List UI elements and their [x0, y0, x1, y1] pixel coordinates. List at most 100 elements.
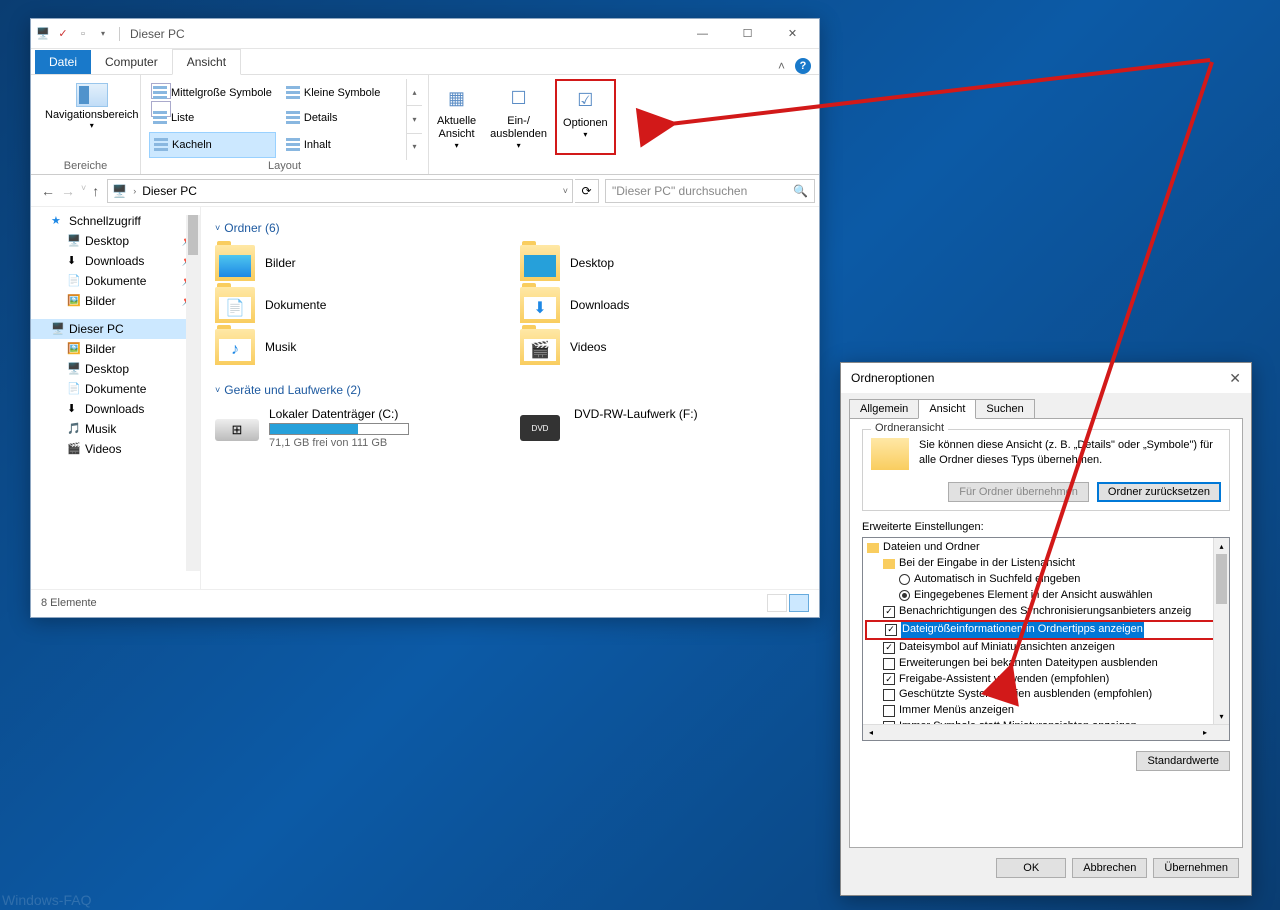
- options-button[interactable]: ☑ Optionen▾: [555, 79, 616, 155]
- tree-scrollbar[interactable]: [186, 215, 200, 571]
- tab-general[interactable]: Allgemein: [849, 399, 919, 419]
- tab-view-dlg[interactable]: Ansicht: [918, 399, 976, 419]
- layout-small-icons[interactable]: Kleine Symbole: [282, 81, 404, 105]
- apply-to-folders-button[interactable]: Für Ordner übernehmen: [948, 482, 1089, 502]
- adv-hide-protected[interactable]: Geschützte Systemdateien ausblenden (emp…: [865, 687, 1227, 703]
- drive-c[interactable]: ⊞ Lokaler Datenträger (C:) 71,1 GB frei …: [215, 407, 500, 449]
- scroll-up-icon[interactable]: ▴: [407, 79, 422, 106]
- tiles-view-icon[interactable]: [789, 594, 809, 612]
- folder-options-dialog: Ordneroptionen ✕ Allgemein Ansicht Suche…: [840, 362, 1252, 896]
- folder-view-group: Ordneransicht Sie können diese Ansicht (…: [862, 429, 1230, 511]
- tab-file[interactable]: Datei: [35, 50, 91, 74]
- layout-content[interactable]: Inhalt: [282, 132, 404, 158]
- nav-tree[interactable]: ★Schnellzugriff 🖥️Desktop📌 ⬇Downloads📌 📄…: [31, 207, 201, 589]
- navigation-pane-button[interactable]: Navigationsbereich ▾: [37, 79, 147, 134]
- checkbox-icon: [883, 705, 895, 717]
- address-bar[interactable]: 🖥️ › Dieser PC ˅: [107, 179, 573, 203]
- section-folders[interactable]: ˅Ordner (6): [215, 217, 805, 239]
- folder-pictures[interactable]: Bilder: [215, 245, 500, 281]
- checkbox-icon: [883, 658, 895, 670]
- adv-typing[interactable]: Bei der Eingabe in der Listenansicht: [865, 556, 1227, 572]
- details-view-icon[interactable]: [767, 594, 787, 612]
- tree-pc-music[interactable]: 🎵Musik: [31, 419, 200, 439]
- ok-button[interactable]: OK: [996, 858, 1066, 878]
- layout-list[interactable]: Liste: [149, 106, 276, 130]
- adv-icon-on-thumb[interactable]: ✓Dateisymbol auf Miniaturansichten anzei…: [865, 640, 1227, 656]
- folder-documents[interactable]: 📄Dokumente: [215, 287, 500, 323]
- restore-defaults-button[interactable]: Standardwerte: [1136, 751, 1230, 771]
- adv-scrollbar-v[interactable]: ▴▾: [1213, 538, 1229, 724]
- tree-pictures[interactable]: 🖼️Bilder📌: [31, 291, 200, 311]
- adv-always-menus[interactable]: Immer Menüs anzeigen: [865, 703, 1227, 719]
- reset-folders-button[interactable]: Ordner zurücksetzen: [1097, 482, 1221, 502]
- layout-tiles[interactable]: Kacheln: [149, 132, 276, 158]
- tab-computer[interactable]: Computer: [91, 50, 172, 74]
- breadcrumb[interactable]: Dieser PC: [142, 184, 197, 198]
- current-view-button[interactable]: ▦ Aktuelle Ansicht▾: [431, 79, 482, 155]
- search-input[interactable]: "Dieser PC" durchsuchen 🔍: [605, 179, 815, 203]
- folder-videos[interactable]: 🎬Videos: [520, 329, 805, 365]
- recent-dropdown-icon[interactable]: ˅: [81, 183, 86, 199]
- titlebar[interactable]: 🖥️ ✓ ▫ ▾ Dieser PC — ☐ ✕: [31, 19, 819, 49]
- adv-typing-select[interactable]: Eingegebenes Element in der Ansicht ausw…: [865, 588, 1227, 604]
- dialog-tabs: Allgemein Ansicht Suchen: [841, 393, 1251, 419]
- up-button[interactable]: ↑: [92, 183, 99, 199]
- radio-icon: [899, 590, 910, 601]
- adv-sync-notify[interactable]: ✓Benachrichtigungen des Synchronisierung…: [865, 604, 1227, 620]
- tab-view[interactable]: Ansicht: [172, 49, 241, 75]
- tree-pc-pictures[interactable]: 🖼️Bilder: [31, 339, 200, 359]
- adv-sharing-wiz[interactable]: ✓Freigabe-Assistent verwenden (empfohlen…: [865, 672, 1227, 688]
- drive-dvd[interactable]: DVD DVD-RW-Laufwerk (F:): [520, 407, 805, 449]
- dialog-buttons: OK Abbrechen Übernehmen: [841, 848, 1251, 888]
- tree-quick-access[interactable]: ★Schnellzugriff: [31, 211, 200, 231]
- tree-pc-videos[interactable]: 🎬Videos: [31, 439, 200, 459]
- tree-pc-downloads[interactable]: ⬇Downloads: [31, 399, 200, 419]
- help-icon[interactable]: ?: [795, 58, 811, 74]
- explorer-body: ★Schnellzugriff 🖥️Desktop📌 ⬇Downloads📌 📄…: [31, 207, 819, 589]
- minimize-button[interactable]: —: [680, 20, 725, 48]
- expand-gallery-icon[interactable]: ▾: [407, 134, 422, 160]
- address-dropdown-icon[interactable]: ˅: [563, 186, 568, 196]
- tree-downloads[interactable]: ⬇Downloads📌: [31, 251, 200, 271]
- folder-desktop[interactable]: Desktop: [520, 245, 805, 281]
- adv-filesize-tips[interactable]: ✓Dateigrößeinformationen in Ordnertipps …: [865, 620, 1227, 640]
- search-icon[interactable]: 🔍: [793, 184, 808, 198]
- tree-this-pc[interactable]: 🖥️Dieser PC: [31, 319, 200, 339]
- refresh-button[interactable]: ⟳: [575, 179, 599, 203]
- checkbox-icon: ✓: [883, 673, 895, 685]
- tree-pc-documents[interactable]: 📄Dokumente: [31, 379, 200, 399]
- dialog-close-button[interactable]: ✕: [1229, 370, 1241, 387]
- collapse-ribbon-icon[interactable]: ˄: [778, 59, 785, 73]
- tree-pc-desktop[interactable]: 🖥️Desktop: [31, 359, 200, 379]
- tab-search[interactable]: Suchen: [975, 399, 1034, 419]
- apply-button[interactable]: Übernehmen: [1153, 858, 1239, 878]
- tree-desktop[interactable]: 🖥️Desktop📌: [31, 231, 200, 251]
- qa-properties-icon[interactable]: ✓: [55, 26, 71, 42]
- breadcrumb-sep-icon[interactable]: ›: [133, 186, 136, 196]
- adv-root[interactable]: Dateien und Ordner: [865, 540, 1227, 556]
- adv-scrollbar-h[interactable]: ◂▸: [863, 724, 1229, 740]
- advanced-settings-tree[interactable]: Dateien und Ordner Bei der Eingabe in de…: [862, 537, 1230, 741]
- panes-group-label: Bereiche: [37, 160, 134, 174]
- qa-newfolder-icon[interactable]: ▫: [75, 26, 91, 42]
- section-drives[interactable]: ˅Geräte und Laufwerke (2): [215, 379, 805, 401]
- qa-dropdown-icon[interactable]: ▾: [95, 26, 111, 42]
- forward-button[interactable]: →: [61, 183, 75, 199]
- folder-music[interactable]: ♪Musik: [215, 329, 500, 365]
- adv-hide-ext[interactable]: Erweiterungen bei bekannten Dateitypen a…: [865, 656, 1227, 672]
- close-button[interactable]: ✕: [770, 20, 815, 48]
- dialog-titlebar[interactable]: Ordneroptionen ✕: [841, 363, 1251, 393]
- maximize-button[interactable]: ☐: [725, 20, 770, 48]
- status-bar: 8 Elemente: [31, 589, 819, 615]
- scroll-down-icon[interactable]: ▾: [407, 106, 422, 133]
- layout-scrollbar[interactable]: ▴ ▾ ▾: [406, 79, 422, 160]
- show-hide-button[interactable]: ☐ Ein-/ ausblenden▾: [484, 79, 553, 155]
- layout-medium-icons[interactable]: Mittelgroße Symbole: [149, 81, 276, 105]
- adv-typing-auto[interactable]: Automatisch in Suchfeld eingeben: [865, 572, 1227, 588]
- folder-downloads[interactable]: ⬇Downloads: [520, 287, 805, 323]
- cancel-button[interactable]: Abbrechen: [1072, 858, 1147, 878]
- tree-documents[interactable]: 📄Dokumente📌: [31, 271, 200, 291]
- layout-details[interactable]: Details: [282, 106, 404, 130]
- content-area[interactable]: ˅Ordner (6) Bilder Desktop 📄Dokumente ⬇D…: [201, 207, 819, 589]
- back-button[interactable]: ←: [41, 183, 55, 199]
